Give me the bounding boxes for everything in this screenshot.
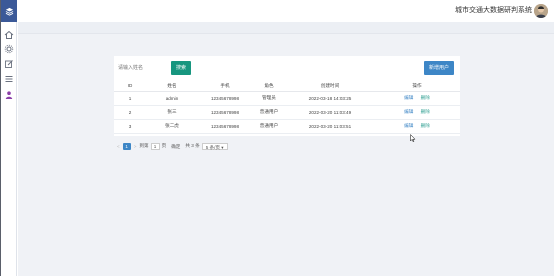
edit-link[interactable]: 编辑	[404, 123, 419, 128]
cell-name: 张三	[146, 105, 198, 120]
logo[interactable]	[1, 0, 17, 22]
cell-actions: 编辑 删除	[374, 91, 460, 106]
sidebar-item-list[interactable]	[4, 71, 14, 82]
main-content: 搜索 新增用户 ID 姓名 手机 角色 创建时间 操作 1 admin 1234…	[18, 22, 554, 276]
delete-link[interactable]: 删除	[421, 95, 430, 100]
next-page-button[interactable]: >	[134, 144, 137, 149]
sidebar-item-edit[interactable]	[4, 56, 14, 68]
cell-role: 管理员	[252, 91, 286, 106]
cell-name: 张二虎	[146, 119, 198, 134]
cell-actions: 编辑 删除	[374, 119, 460, 134]
page-unit-label: 页	[161, 143, 167, 148]
cell-phone: 12345678998	[198, 91, 252, 106]
app-title: 城市交通大数据研判系统	[455, 7, 532, 14]
goto-label: 到第	[139, 143, 149, 148]
table-header-row: ID 姓名 手机 角色 创建时间 操作	[114, 81, 460, 92]
sidebar-item-home[interactable]	[4, 27, 14, 39]
list-icon	[5, 76, 13, 82]
delete-link[interactable]: 删除	[421, 123, 430, 128]
sidebar-item-settings[interactable]	[4, 41, 14, 54]
user-icon	[5, 91, 13, 99]
cell-id: 3	[114, 119, 146, 134]
column-header-role: 角色	[252, 81, 286, 92]
avatar[interactable]	[534, 4, 548, 18]
column-header-phone: 手机	[198, 81, 252, 92]
page-number-current[interactable]: 1	[122, 142, 131, 150]
cell-created: 2022-03-20 11:03:51	[286, 119, 374, 134]
add-user-button[interactable]: 新增用户	[424, 61, 454, 75]
table-row: 2 张三 12345678998 普通用户 2022-03-20 11:03:4…	[114, 105, 460, 120]
pagination: < 1 > 到第 1 页 确定 共 3 条 5 条/页 ▾	[114, 142, 228, 150]
column-header-id: ID	[114, 81, 146, 92]
edit-link[interactable]: 编辑	[404, 109, 419, 114]
table-row: 3 张二虎 12345678998 普通用户 2022-03-20 11:03:…	[114, 119, 460, 134]
top-header: 城市交通大数据研判系统	[18, 0, 554, 22]
table-row: 1 admin 12345678998 管理员 2022-03-18 14:03…	[114, 91, 460, 106]
layers-icon	[5, 7, 13, 16]
page-size-value: 5 条/页	[205, 144, 220, 150]
cell-phone: 12345678998	[198, 105, 252, 120]
cell-role: 普通用户	[252, 105, 286, 120]
column-header-created: 创建时间	[286, 81, 374, 92]
cell-role: 普通用户	[252, 119, 286, 134]
cell-id: 1	[114, 91, 146, 106]
chevron-down-icon: ▾	[221, 144, 224, 150]
column-header-actions: 操作	[374, 81, 460, 92]
page-size-select[interactable]: 5 条/页 ▾	[201, 142, 228, 150]
confirm-page-button[interactable]: 确定	[169, 143, 182, 150]
mouse-cursor-icon	[410, 134, 416, 142]
user-avatar-icon	[534, 4, 548, 18]
total-count: 共 3 条	[185, 143, 200, 148]
search-button[interactable]: 搜索	[171, 61, 191, 75]
user-table: ID 姓名 手机 角色 创建时间 操作 1 admin 12345678998 …	[114, 81, 460, 134]
edit-link[interactable]: 编辑	[404, 95, 419, 100]
home-icon	[4, 30, 14, 39]
search-input[interactable]	[114, 61, 168, 75]
cell-name: admin	[146, 91, 198, 106]
cell-phone: 12345678998	[198, 119, 252, 134]
cell-id: 2	[114, 105, 146, 120]
cell-created: 2022-03-20 11:03:49	[286, 105, 374, 120]
goto-page-input[interactable]: 1	[150, 142, 160, 150]
tabs-bar	[18, 22, 554, 34]
prev-page-button[interactable]: <	[117, 144, 120, 149]
column-header-name: 姓名	[146, 81, 198, 92]
cell-actions: 编辑 删除	[374, 105, 460, 120]
delete-link[interactable]: 删除	[421, 109, 430, 114]
settings-icon	[4, 44, 14, 54]
cell-created: 2022-03-18 14:03:25	[286, 91, 374, 106]
sidebar	[1, 0, 17, 276]
sidebar-item-users[interactable]	[4, 87, 14, 99]
user-table-panel: 搜索 新增用户 ID 姓名 手机 角色 创建时间 操作 1 admin 1234…	[114, 56, 460, 136]
edit-icon	[5, 60, 13, 68]
